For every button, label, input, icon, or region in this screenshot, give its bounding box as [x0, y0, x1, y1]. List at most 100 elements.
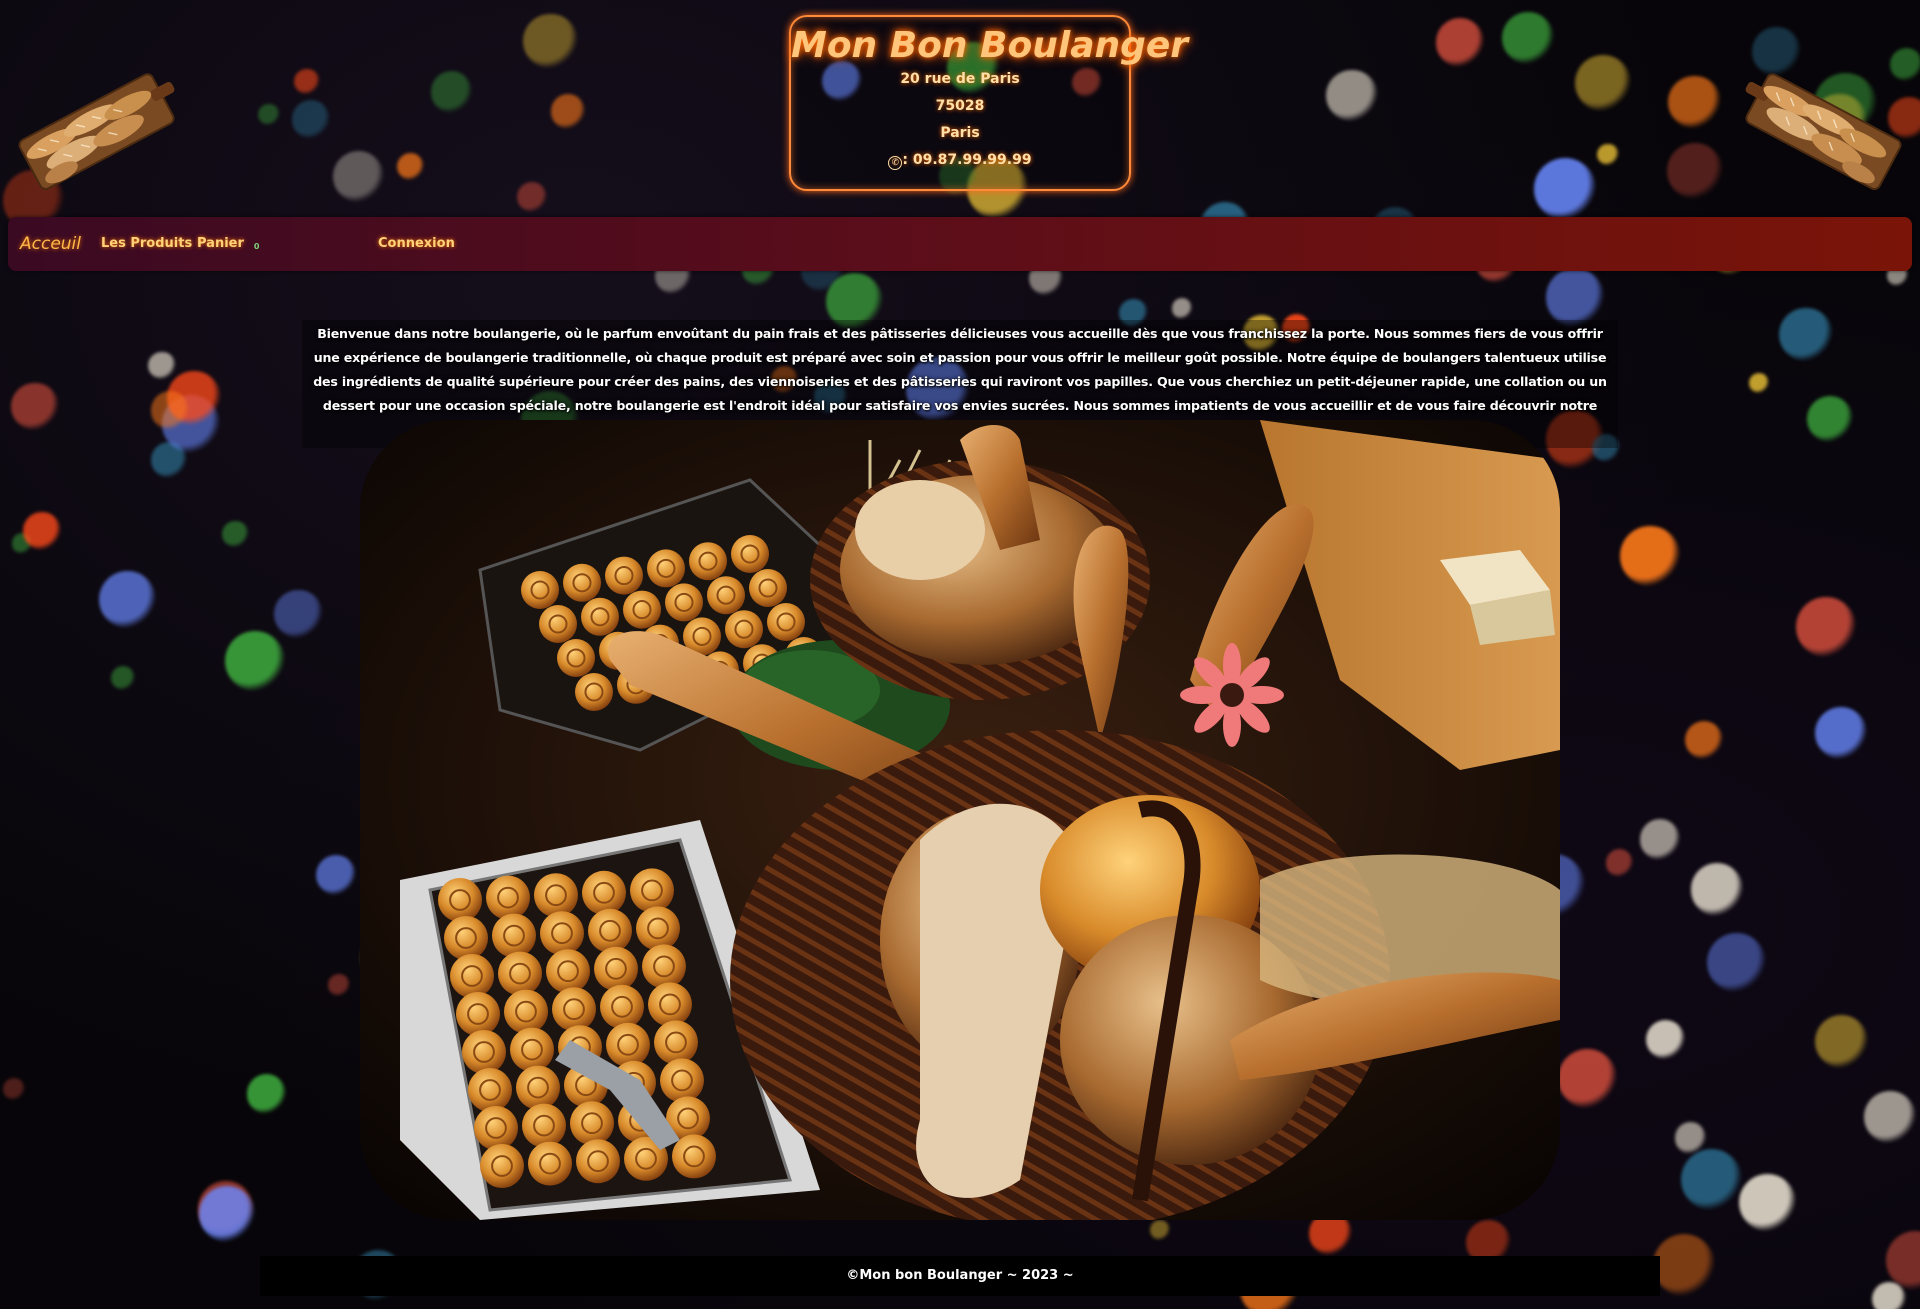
- pastry-roll: [546, 949, 590, 994]
- pastry-roll: [510, 1027, 554, 1072]
- pastry-roll: [474, 1106, 518, 1150]
- pastry-roll: [630, 868, 674, 913]
- bokeh-light: [198, 1186, 256, 1243]
- bokeh-light: [1639, 819, 1681, 860]
- pastry-roll: [540, 911, 584, 956]
- pastry-roll: [480, 1144, 524, 1188]
- bokeh-light: [1739, 1173, 1797, 1231]
- pastry-roll: [647, 549, 685, 588]
- pastry-roll: [725, 610, 763, 649]
- pastry-roll: [534, 873, 578, 918]
- pastry-roll: [462, 1030, 506, 1074]
- pastry-roll: [642, 944, 686, 989]
- pastry-roll: [486, 875, 530, 920]
- cart-count-badge: 0: [253, 242, 260, 251]
- bokeh-light: [3, 1078, 26, 1101]
- pastry-roll: [570, 1101, 614, 1146]
- bokeh-light: [246, 1074, 287, 1114]
- pastry-roll: [438, 878, 482, 922]
- bokeh-light: [10, 382, 59, 431]
- bokeh-light: [99, 571, 157, 629]
- bokeh-light: [111, 665, 136, 690]
- pastry-roll: [594, 946, 638, 991]
- pastry-roll: [498, 951, 542, 996]
- hero-image: [360, 420, 1560, 1220]
- bokeh-light: [1674, 1122, 1707, 1154]
- pastry-roll: [456, 992, 500, 1036]
- pastry-roll: [581, 597, 619, 636]
- pastry-roll: [707, 576, 745, 615]
- bokeh-light: [1779, 308, 1833, 362]
- pastry-roll: [660, 1058, 704, 1103]
- bread-board-image-right: [1745, 73, 1902, 190]
- phone-line: ✆: 09.87.99.99.99: [791, 147, 1129, 174]
- bokeh-light: [274, 589, 323, 639]
- pastry-roll: [504, 989, 548, 1034]
- bokeh-light: [148, 351, 177, 380]
- bokeh-light: [1886, 1231, 1920, 1290]
- bokeh-light: [1690, 863, 1744, 916]
- bokeh-light: [1545, 267, 1605, 327]
- pastry-roll: [468, 1068, 512, 1112]
- bokeh-light: [1606, 849, 1634, 877]
- bokeh-light: [1645, 1019, 1686, 1059]
- bokeh-light: [222, 521, 249, 548]
- bokeh-light: [224, 631, 286, 692]
- pastry-roll: [605, 556, 643, 595]
- pastry-roll: [576, 1139, 620, 1184]
- bokeh-light: [1171, 298, 1193, 319]
- bokeh-light: [1795, 596, 1857, 657]
- pastry-roll: [521, 571, 559, 609]
- nav-cart-label: Panier: [197, 236, 244, 251]
- pastry-roll: [563, 563, 601, 602]
- bokeh-light: [328, 974, 350, 996]
- pastry-roll: [749, 569, 787, 607]
- site-header: Mon Bon Boulanger 20 rue de Paris 75028 …: [0, 0, 1920, 210]
- pastry-roll: [623, 590, 661, 629]
- bokeh-light: [1872, 1282, 1907, 1309]
- nav-link-login[interactable]: Connexion: [378, 217, 455, 271]
- address-street: 20 rue de Paris: [900, 71, 1020, 87]
- nav-link-home[interactable]: Acceuil: [20, 217, 81, 271]
- nav-link-products[interactable]: Les Produits: [101, 217, 192, 271]
- bokeh-light: [1652, 1233, 1715, 1297]
- pastry-roll: [600, 984, 644, 1029]
- pastry-roll: [492, 913, 536, 958]
- bakery-bread-display-image: [360, 420, 1560, 1220]
- pastry-roll: [575, 673, 613, 711]
- bokeh-light: [1149, 1220, 1170, 1241]
- pastry-roll: [588, 908, 632, 953]
- phone-number: : 09.87.99.99.99: [902, 152, 1032, 168]
- bokeh-light: [1749, 373, 1770, 394]
- pastry-roll: [654, 1020, 698, 1065]
- pastry-roll: [582, 870, 626, 915]
- phone-icon: ✆: [888, 156, 903, 170]
- pastry-roll: [672, 1134, 716, 1179]
- pastry-roll: [648, 982, 692, 1027]
- bokeh-light: [1557, 1048, 1617, 1108]
- pastry-roll: [636, 906, 680, 951]
- bokeh-light: [150, 391, 190, 430]
- pastry-roll: [444, 916, 488, 960]
- bokeh-light: [1707, 933, 1766, 992]
- pastry-roll: [528, 1141, 572, 1186]
- bokeh-light: [1620, 526, 1680, 586]
- bokeh-light: [1863, 1090, 1916, 1143]
- pastry-roll: [450, 954, 494, 998]
- bokeh-light: [1814, 706, 1867, 759]
- pastry-roll: [539, 605, 577, 643]
- nav-link-cart[interactable]: Panier 0: [197, 217, 259, 271]
- pastry-roll: [552, 987, 596, 1032]
- pastry-roll: [522, 1103, 566, 1148]
- logo-card: Mon Bon Boulanger 20 rue de Paris 75028 …: [789, 15, 1189, 191]
- pastry-roll: [767, 603, 805, 641]
- pastry-roll: [731, 535, 769, 573]
- pastry-roll: [557, 639, 595, 677]
- pastry-roll: [665, 583, 703, 622]
- bokeh-light: [23, 512, 61, 550]
- pastry-roll: [516, 1065, 560, 1110]
- site-title: Mon Bon Boulanger: [791, 25, 1189, 66]
- main-navbar: Acceuil Les Produits Panier 0 Connexion: [8, 217, 1912, 271]
- bread-board-image-left: [18, 73, 175, 190]
- site-footer: ©Mon bon Boulanger ~ 2023 ~: [260, 1256, 1660, 1296]
